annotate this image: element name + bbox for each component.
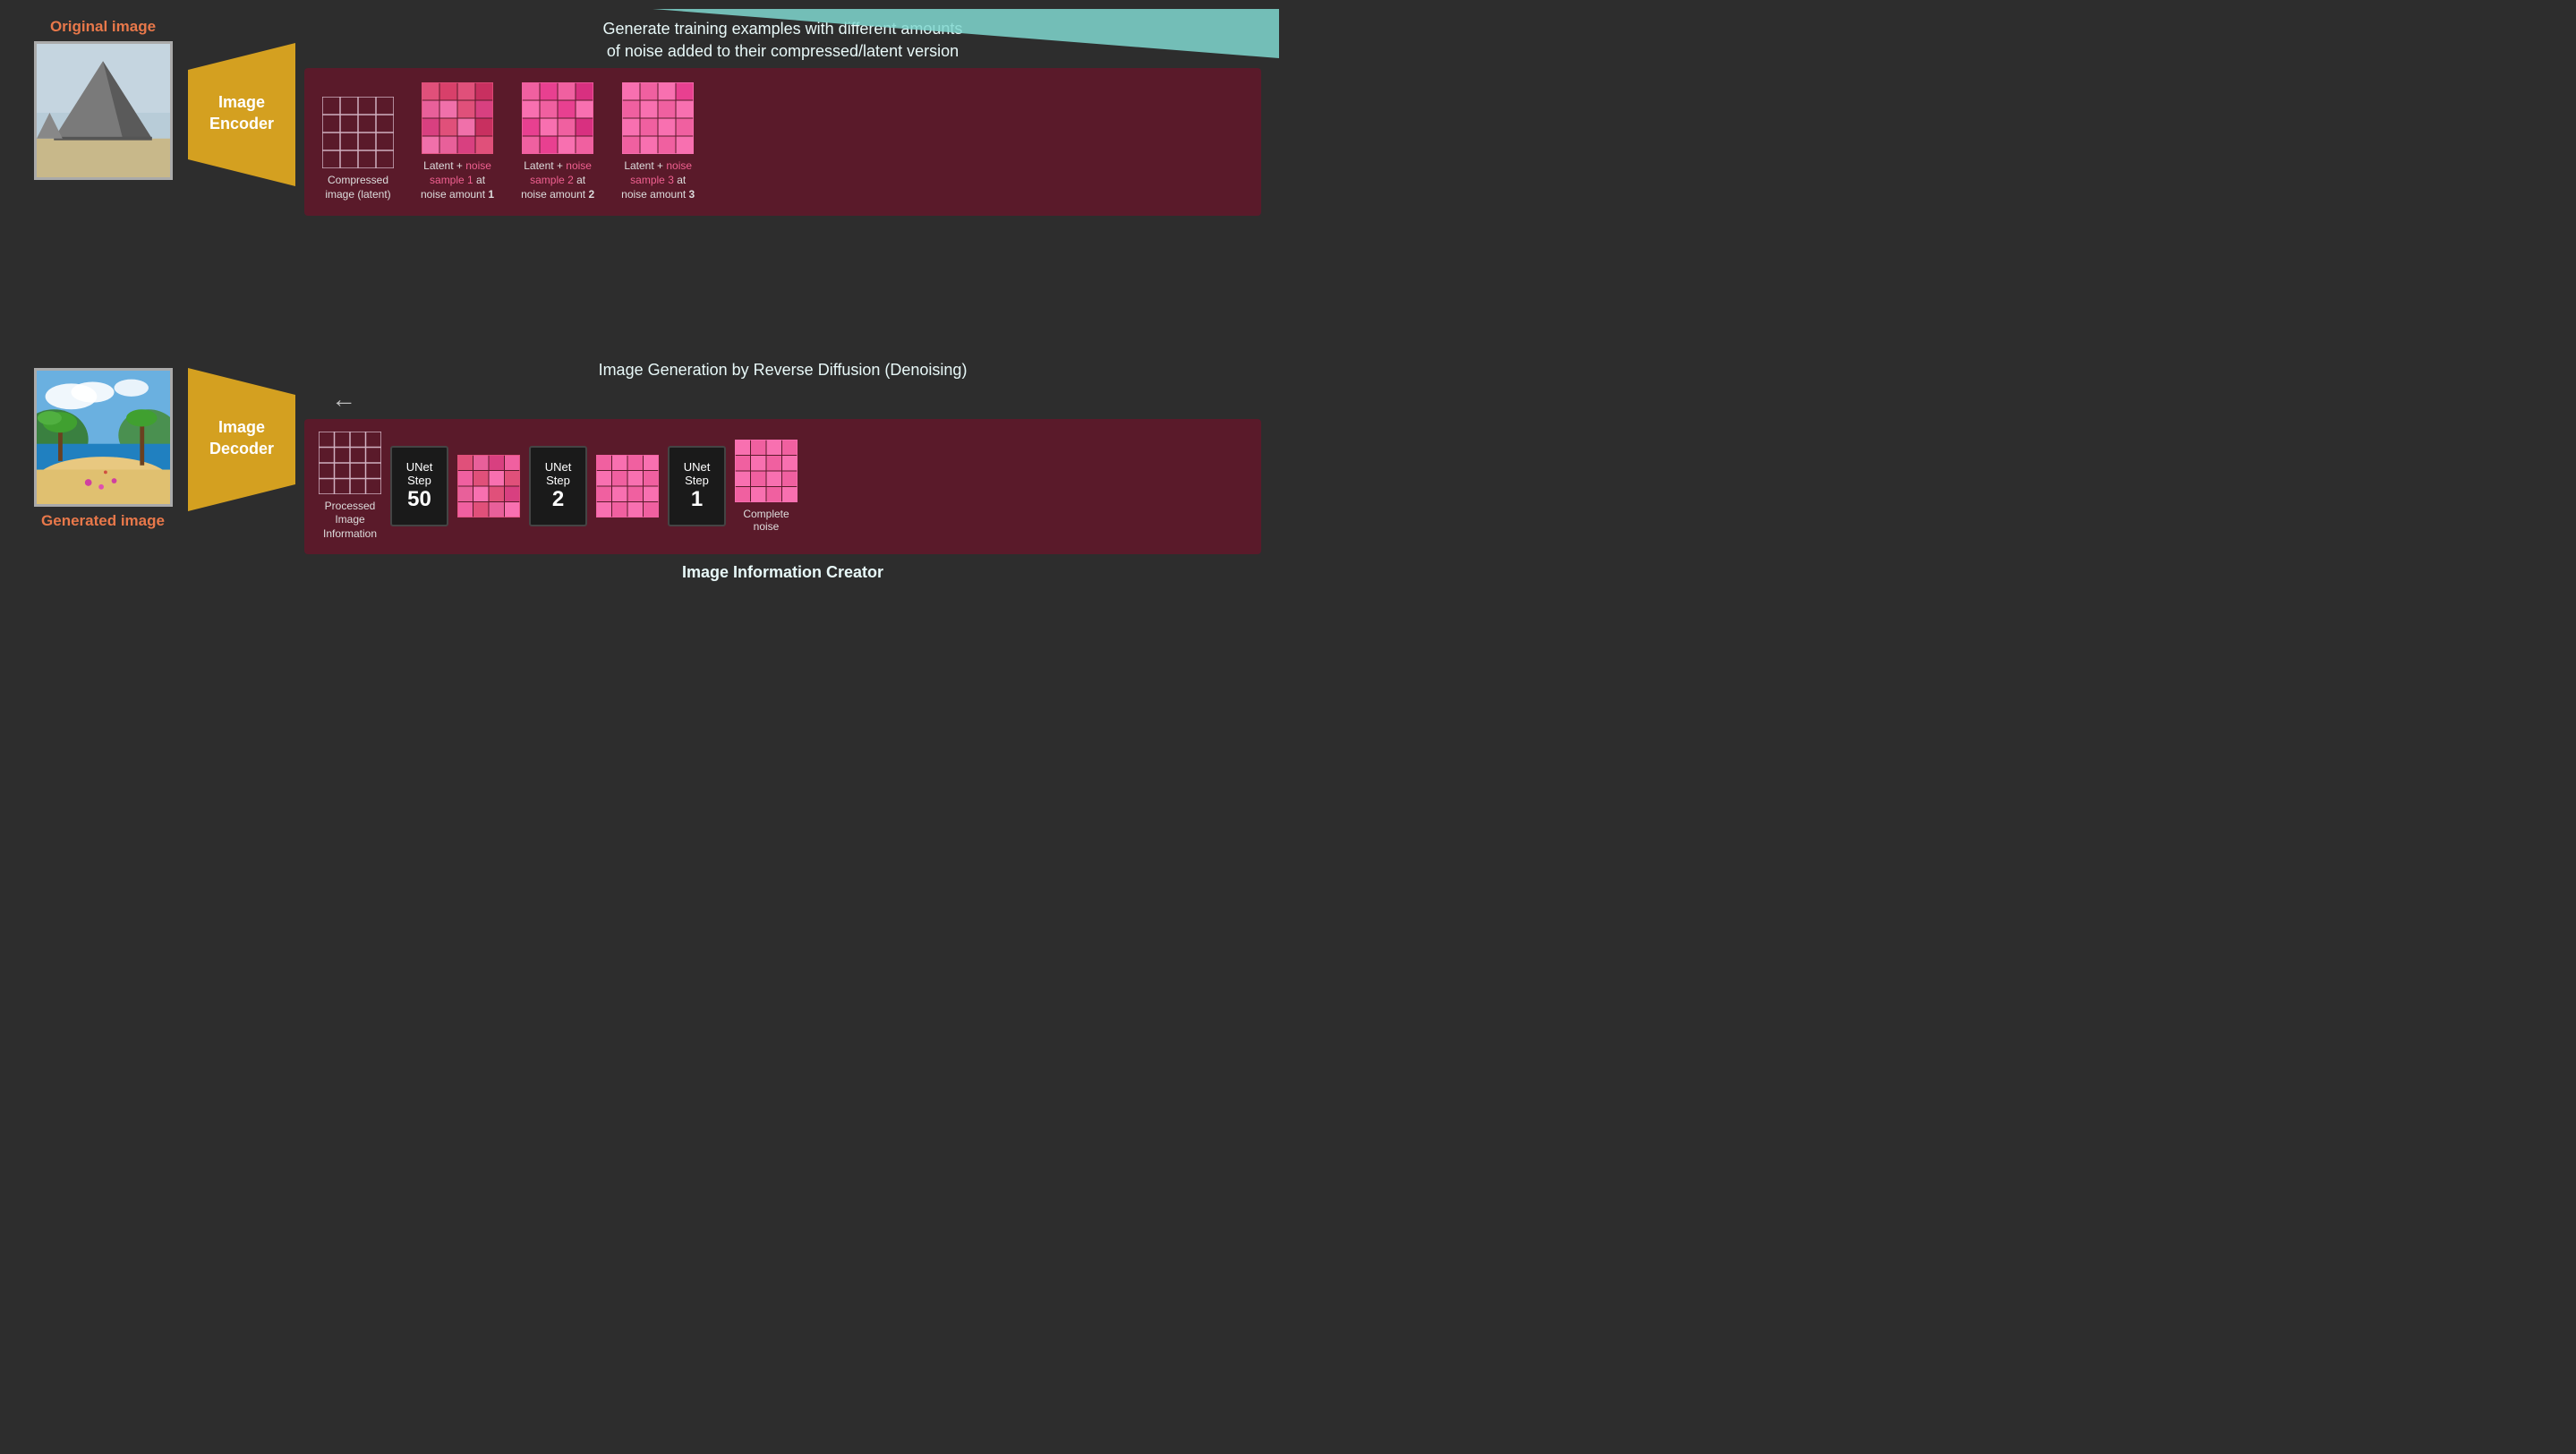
left-column-bottom: Generated image	[27, 359, 179, 535]
grid-item-0: Compressedimage (latent)	[322, 97, 394, 201]
teal-triangle	[653, 9, 1279, 58]
grid-icon-1	[422, 82, 493, 154]
original-image-label: Original image	[50, 18, 156, 36]
bottom-title-row: Image Generation by Reverse Diffusion (D…	[304, 359, 1261, 414]
unet-num-50: 50	[407, 487, 431, 512]
top-panel-title: Generate training examples with differen…	[304, 18, 1261, 63]
grid-label-1: Latent + noisesample 1 atnoise amount 1	[421, 159, 494, 201]
encoder-block-top: Image Encoder	[188, 43, 295, 186]
decoder-box: ProcessedImageInformation UNetStep 50	[304, 419, 1261, 554]
processed-grid-icon	[319, 432, 381, 494]
grid-icon-after-50	[457, 455, 520, 517]
grid-label-0: Compressedimage (latent)	[325, 174, 390, 201]
pyramid-image	[37, 44, 170, 177]
unet-step-50: UNetStep 50	[390, 446, 448, 526]
right-panel-bottom: Image Generation by Reverse Diffusion (D…	[304, 359, 1261, 582]
complete-noise-label: Completenoise	[743, 508, 789, 533]
svg-text:Decoder: Decoder	[209, 440, 274, 458]
unet-label-1: UNetStep	[684, 460, 711, 487]
bottom-section: Generated image Image Decoder Image Gene…	[27, 359, 1261, 691]
grid-icon-2	[522, 82, 593, 154]
grid-item-after-2	[596, 455, 659, 517]
processed-grid-item: ProcessedImageInformation	[319, 432, 381, 542]
grid-icon-after-2	[596, 455, 659, 517]
bottom-panel-title: Image Generation by Reverse Diffusion (D…	[581, 359, 985, 381]
generated-image-label: Generated image	[41, 512, 165, 530]
maroon-box-top: Compressedimage (latent)	[304, 68, 1261, 216]
svg-text:Image: Image	[218, 418, 265, 436]
unet-step-1: UNetStep 1	[668, 446, 726, 526]
grid-icon-0	[322, 97, 394, 168]
unet-label-50: UNetStep	[406, 460, 433, 487]
left-column-top: Original image	[27, 18, 179, 180]
grid-item-after-50	[457, 455, 520, 517]
complete-noise-grid-item: Completenoise	[735, 440, 798, 533]
grid-item-1: Latent + noisesample 1 atnoise amount 1	[421, 82, 494, 201]
decoder-trapezoid-svg: Image Decoder	[188, 368, 295, 511]
encoder-trapezoid-svg: Image Encoder	[188, 43, 295, 186]
grid-icon-3	[622, 82, 694, 154]
unet-num-2: 2	[552, 487, 564, 512]
grid-label-2: Latent + noisesample 2 atnoise amount 2	[521, 159, 594, 201]
complete-noise-icon	[735, 440, 798, 502]
svg-text:Encoder: Encoder	[209, 115, 274, 133]
image-info-creator-title: Image Information Creator	[304, 563, 1261, 582]
unet-num-1: 1	[691, 487, 703, 512]
svg-text:Image: Image	[218, 93, 265, 111]
grid-label-3: Latent + noisesample 3 atnoise amount 3	[621, 159, 695, 201]
original-image-photo	[34, 41, 173, 180]
grid-item-3: Latent + noisesample 3 atnoise amount 3	[621, 82, 695, 201]
arrow-left: ←	[304, 385, 356, 414]
unet-label-2: UNetStep	[545, 460, 572, 487]
grid-item-2: Latent + noisesample 2 atnoise amount 2	[521, 82, 594, 201]
unet-step-2: UNetStep 2	[529, 446, 587, 526]
processed-grid-label: ProcessedImageInformation	[323, 500, 377, 542]
main-container: Original image	[0, 0, 1288, 727]
generated-image-photo	[34, 368, 173, 507]
decoder-block: Image Decoder	[188, 368, 295, 511]
beach-image	[37, 371, 170, 504]
top-section: Original image	[27, 18, 1261, 350]
right-panel-top: Generate training examples with differen…	[304, 18, 1261, 216]
